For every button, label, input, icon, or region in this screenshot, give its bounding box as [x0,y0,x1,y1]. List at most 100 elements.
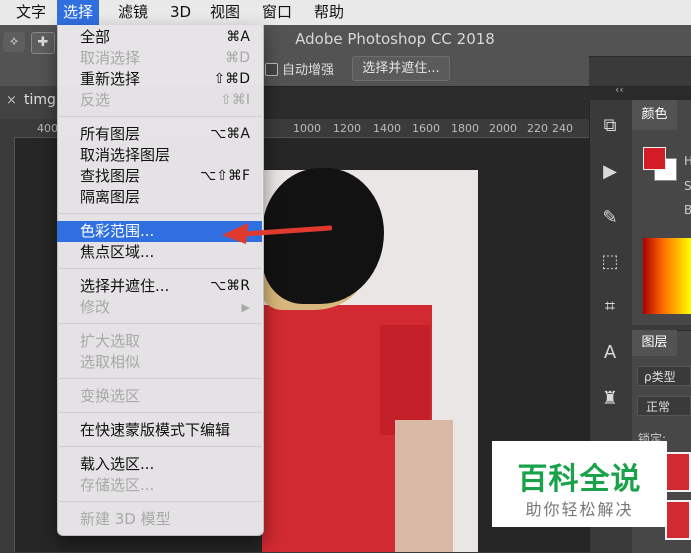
auto-enhance-checkbox[interactable] [265,63,278,76]
stamp-icon[interactable]: ♜ [597,386,623,412]
ruler-tick: 1000 [293,122,321,135]
menu-separator [57,323,262,324]
menu-item-modify[interactable]: 修改 ▶ [57,297,262,318]
play-icon[interactable]: ▶ [597,159,623,185]
menu-separator [57,116,262,117]
menu-item-shortcut: ⌘D [225,50,250,66]
menu-item-label: 隔离图层 [80,188,141,206]
ruler-tick: 1800 [451,122,479,135]
3d-cube-icon[interactable]: ⬚ [597,249,623,275]
menu-separator [57,213,262,214]
menu-item-grow[interactable]: 扩大选取 [57,331,262,352]
crop-icon[interactable]: ⌗ [597,294,623,320]
menu-item-label: 新建 3D 模型 [80,510,171,528]
menu-item-deselect[interactable]: 取消选择 ⌘D [57,48,262,69]
menu-item-label: 选取相似 [80,353,141,371]
layer-thumbnail[interactable] [665,500,691,540]
menu-item-shortcut: ⇧⌘I [220,92,250,108]
menu-item-shortcut: ⌥⌘R [210,278,250,294]
channel-s-label: S [684,179,691,193]
select-and-mask-button[interactable]: 选择并遮住... [352,56,450,81]
menu-item-load-selection[interactable]: 载入选区... [57,454,262,475]
menu-3d[interactable]: 3D [164,0,197,25]
quick-select-add-icon[interactable]: ✚ [31,32,55,54]
menu-item-label: 色彩范围... [80,222,155,240]
menu-item-label: 载入选区... [80,455,155,473]
menu-view[interactable]: 视图 [204,0,246,25]
menu-separator [57,378,262,379]
menu-item-shortcut: ⇧⌘D [213,71,250,87]
layer-thumbnail[interactable] [665,452,691,492]
menu-item-label: 反选 [80,91,111,109]
menu-item-label: 取消选择 [80,49,141,67]
document-tab-label: timg. [24,92,61,108]
menu-item-quick-mask[interactable]: 在快速蒙版模式下编辑 [57,420,262,441]
menu-item-label: 焦点区域... [80,243,155,261]
ruler-vertical [0,137,15,552]
menu-item-save-selection[interactable]: 存储选区... [57,475,262,496]
menu-item-shortcut: ⌘A [226,29,250,45]
channel-h-label: H [684,154,691,168]
menu-item-all[interactable]: 全部 ⌘A [57,27,262,48]
menu-separator [57,446,262,447]
menu-item-label: 修改 [80,298,111,316]
menu-select[interactable]: 选择 [57,0,100,25]
channel-b-label: B [684,203,691,217]
foreground-color-swatch[interactable] [643,147,666,170]
photo-sleeve [380,325,430,435]
menu-item-isolate-layers[interactable]: 隔离图层 [57,187,262,208]
color-spectrum[interactable] [643,238,691,314]
menu-item-label: 扩大选取 [80,332,141,350]
close-tab-icon[interactable]: × [6,93,17,108]
panel-collapse-bar[interactable]: ‹‹ [589,83,691,100]
menu-separator [57,501,262,502]
ruler-tick: 2000 [489,122,517,135]
menu-item-inverse[interactable]: 反选 ⇧⌘I [57,90,262,111]
puzzle-icon[interactable]: ⧉ [597,113,623,139]
menu-item-find-layers[interactable]: 查找图层 ⌥⇧⌘F [57,166,262,187]
menu-item-label: 存储选区... [80,476,155,494]
menu-separator [57,268,262,269]
menu-window[interactable]: 窗口 [256,0,298,25]
quick-select-icon[interactable]: ⟡ [3,32,25,52]
ruler-tick: 1400 [373,122,401,135]
menu-item-transform-selection[interactable]: 变换选区 [57,386,262,407]
menu-item-similar[interactable]: 选取相似 [57,352,262,373]
auto-enhance-label: 自动增强 [282,63,335,78]
menu-item-label: 所有图层 [80,125,141,143]
menu-help[interactable]: 帮助 [308,0,350,25]
menu-item-label: 重新选择 [80,70,141,88]
ruler-tick: 1200 [333,122,361,135]
brush-settings-icon[interactable]: ✎ [597,205,623,231]
tab-layers[interactable]: 图层 [632,330,677,356]
ruler-tick: 240 [552,122,573,135]
blend-mode-select[interactable]: 正常 [637,396,691,416]
menu-item-reselect[interactable]: 重新选择 ⇧⌘D [57,69,262,90]
app-title: Adobe Photoshop CC 2018 [295,30,495,48]
watermark-title: 百科全说 [517,462,642,497]
menu-item-label: 取消选择图层 [80,146,171,164]
menu-filter[interactable]: 滤镜 [112,0,154,25]
menu-item-label: 选择并遮住... [80,277,170,295]
tab-color[interactable]: 颜色 [632,100,677,130]
layer-kind-filter[interactable]: ρ类型 [637,366,691,386]
menu-item-label: 查找图层 [80,167,141,185]
menu-item-deselect-layers[interactable]: 取消选择图层 [57,145,262,166]
menu-item-all-layers[interactable]: 所有图层 ⌥⌘A [57,124,262,145]
ruler-tick: 1600 [412,122,440,135]
photo-arm [395,420,453,552]
red-arrow-annotation [222,223,332,244]
submenu-arrow-icon: ▶ [241,301,250,314]
menu-separator [57,412,262,413]
type-icon[interactable]: A [597,340,623,366]
menu-item-shortcut: ⌥⌘A [210,126,250,142]
ruler-tick: 220 [527,122,548,135]
ruler-tick: 400 [37,122,58,135]
menu-text[interactable]: 文字 [10,0,52,25]
menu-item-label: 全部 [80,28,111,46]
watermark-subtitle: 助你轻松解决 [525,500,634,519]
menu-item-shortcut: ⌥⇧⌘F [200,168,250,184]
menu-item-label: 变换选区 [80,387,141,405]
menu-item-new-3d-model[interactable]: 新建 3D 模型 [57,509,262,530]
menu-item-select-and-mask[interactable]: 选择并遮住... ⌥⌘R [57,276,262,297]
